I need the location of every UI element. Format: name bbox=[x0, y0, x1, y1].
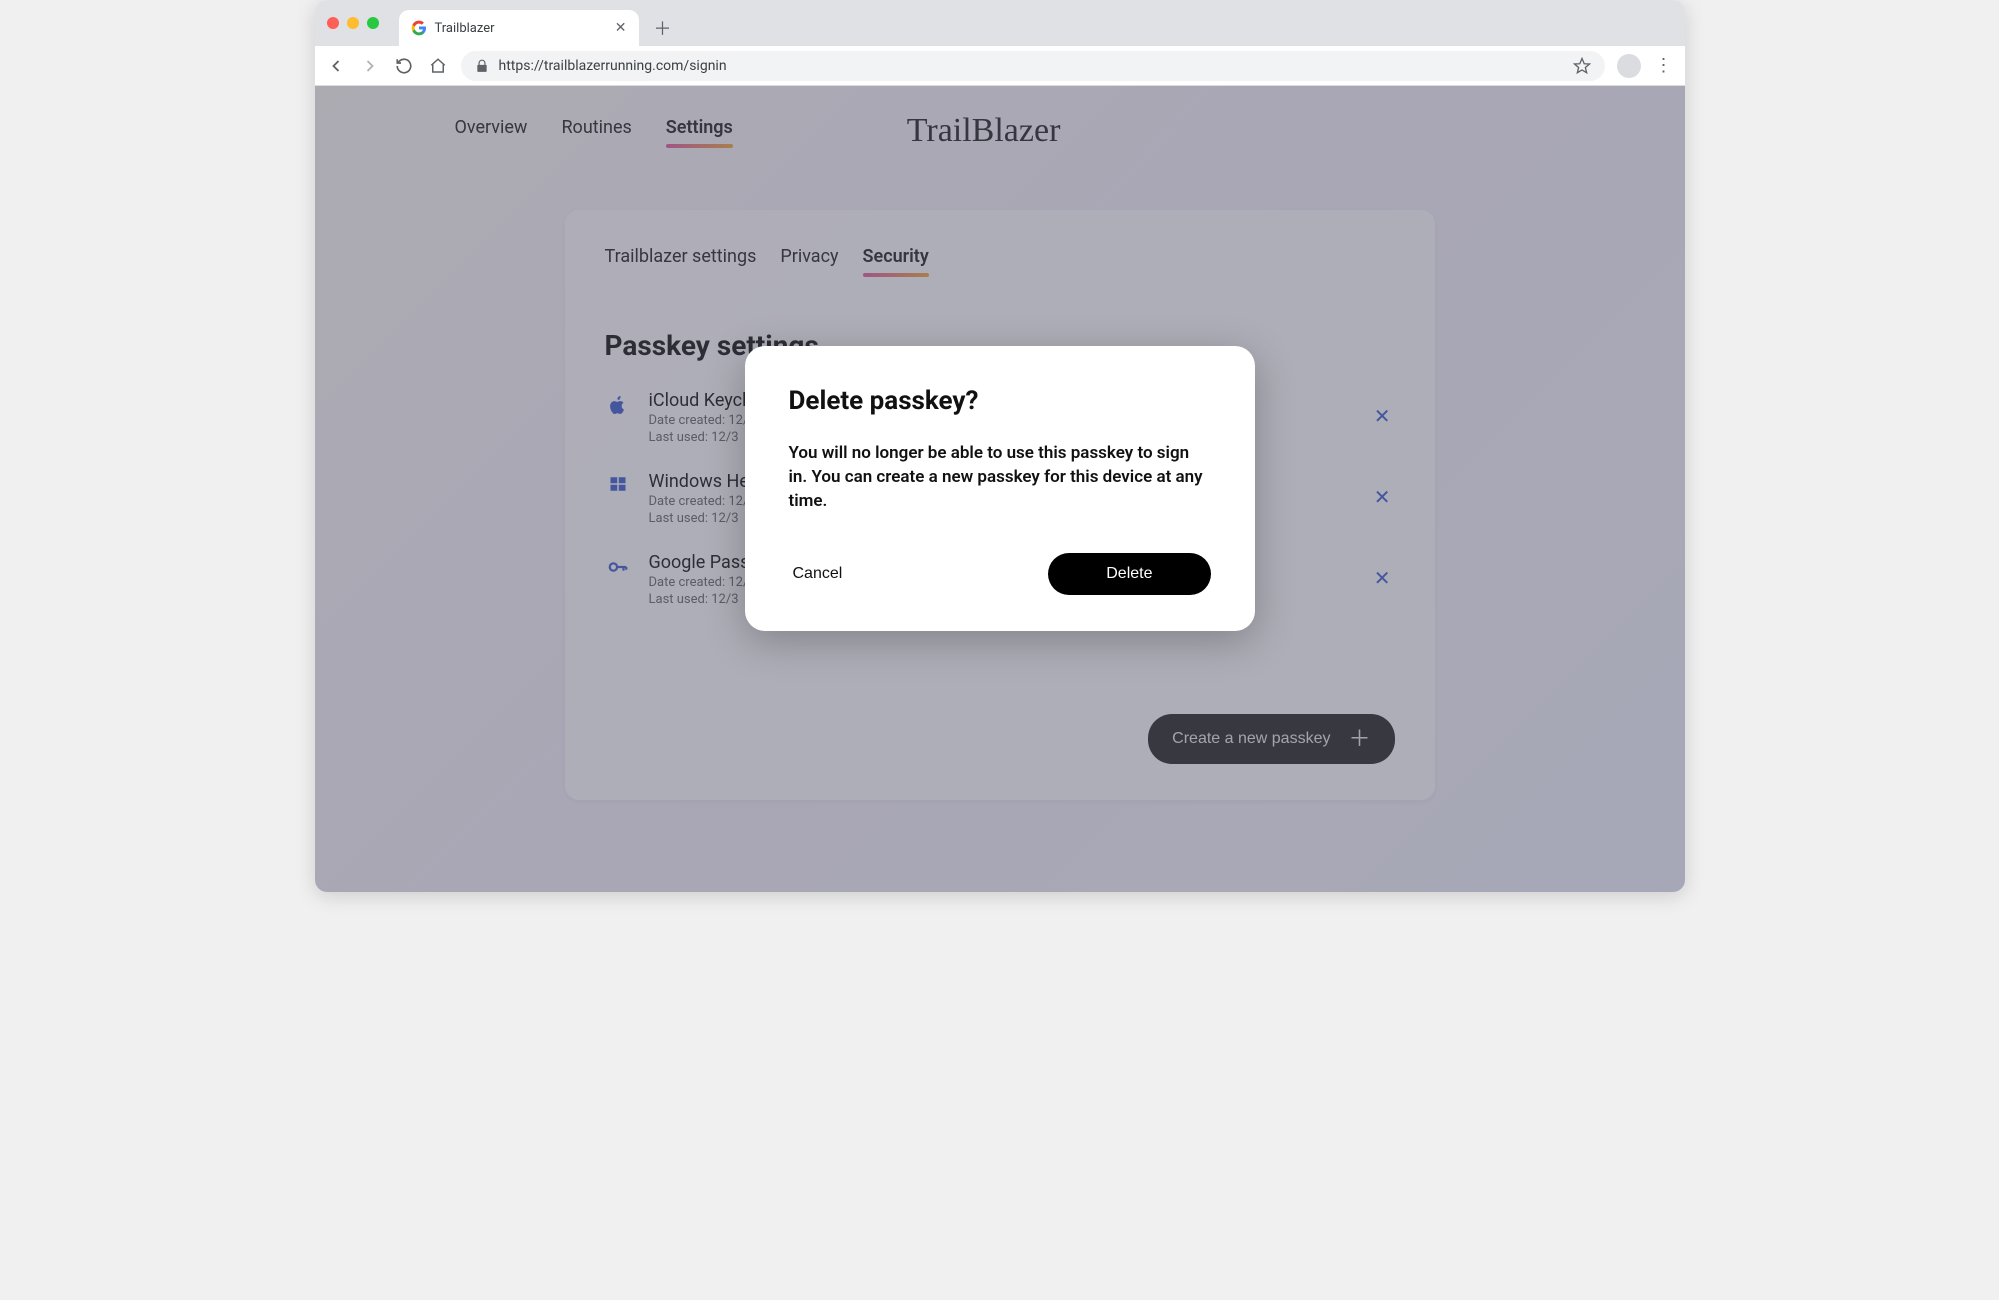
browser-tab[interactable]: Trailblazer ✕ bbox=[399, 10, 639, 46]
bookmark-star-icon[interactable] bbox=[1573, 57, 1591, 75]
tab-close-icon[interactable]: ✕ bbox=[615, 20, 627, 36]
favicon-icon bbox=[411, 20, 427, 36]
browser-window: Trailblazer ✕ ＋ https://trailblazerrunni… bbox=[315, 0, 1685, 892]
window-controls bbox=[327, 0, 399, 46]
cancel-button[interactable]: Cancel bbox=[789, 555, 847, 593]
menu-kebab-icon[interactable]: ⋮ bbox=[1653, 55, 1675, 77]
window-close-icon[interactable] bbox=[327, 17, 339, 29]
page-content: Overview Routines Settings TrailBlazer T… bbox=[315, 86, 1685, 892]
lock-icon bbox=[475, 59, 489, 73]
window-minimize-icon[interactable] bbox=[347, 17, 359, 29]
window-maximize-icon[interactable] bbox=[367, 17, 379, 29]
tab-title: Trailblazer bbox=[435, 21, 495, 36]
dialog-actions: Cancel Delete bbox=[789, 553, 1211, 595]
profile-avatar[interactable] bbox=[1617, 54, 1641, 78]
delete-passkey-dialog: Delete passkey? You will no longer be ab… bbox=[745, 346, 1255, 631]
reload-icon[interactable] bbox=[393, 55, 415, 77]
new-tab-button[interactable]: ＋ bbox=[649, 14, 677, 42]
browser-tab-bar: Trailblazer ✕ ＋ bbox=[315, 0, 1685, 46]
dialog-body: You will no longer be able to use this p… bbox=[789, 442, 1211, 513]
dialog-title: Delete passkey? bbox=[789, 386, 1211, 416]
delete-button[interactable]: Delete bbox=[1048, 553, 1210, 595]
address-bar[interactable]: https://trailblazerrunning.com/signin bbox=[461, 51, 1605, 81]
home-icon[interactable] bbox=[427, 55, 449, 77]
url-text: https://trailblazerrunning.com/signin bbox=[499, 58, 727, 74]
modal-overlay: Delete passkey? You will no longer be ab… bbox=[315, 86, 1685, 892]
back-icon[interactable] bbox=[325, 55, 347, 77]
forward-icon[interactable] bbox=[359, 55, 381, 77]
browser-toolbar: https://trailblazerrunning.com/signin ⋮ bbox=[315, 46, 1685, 86]
